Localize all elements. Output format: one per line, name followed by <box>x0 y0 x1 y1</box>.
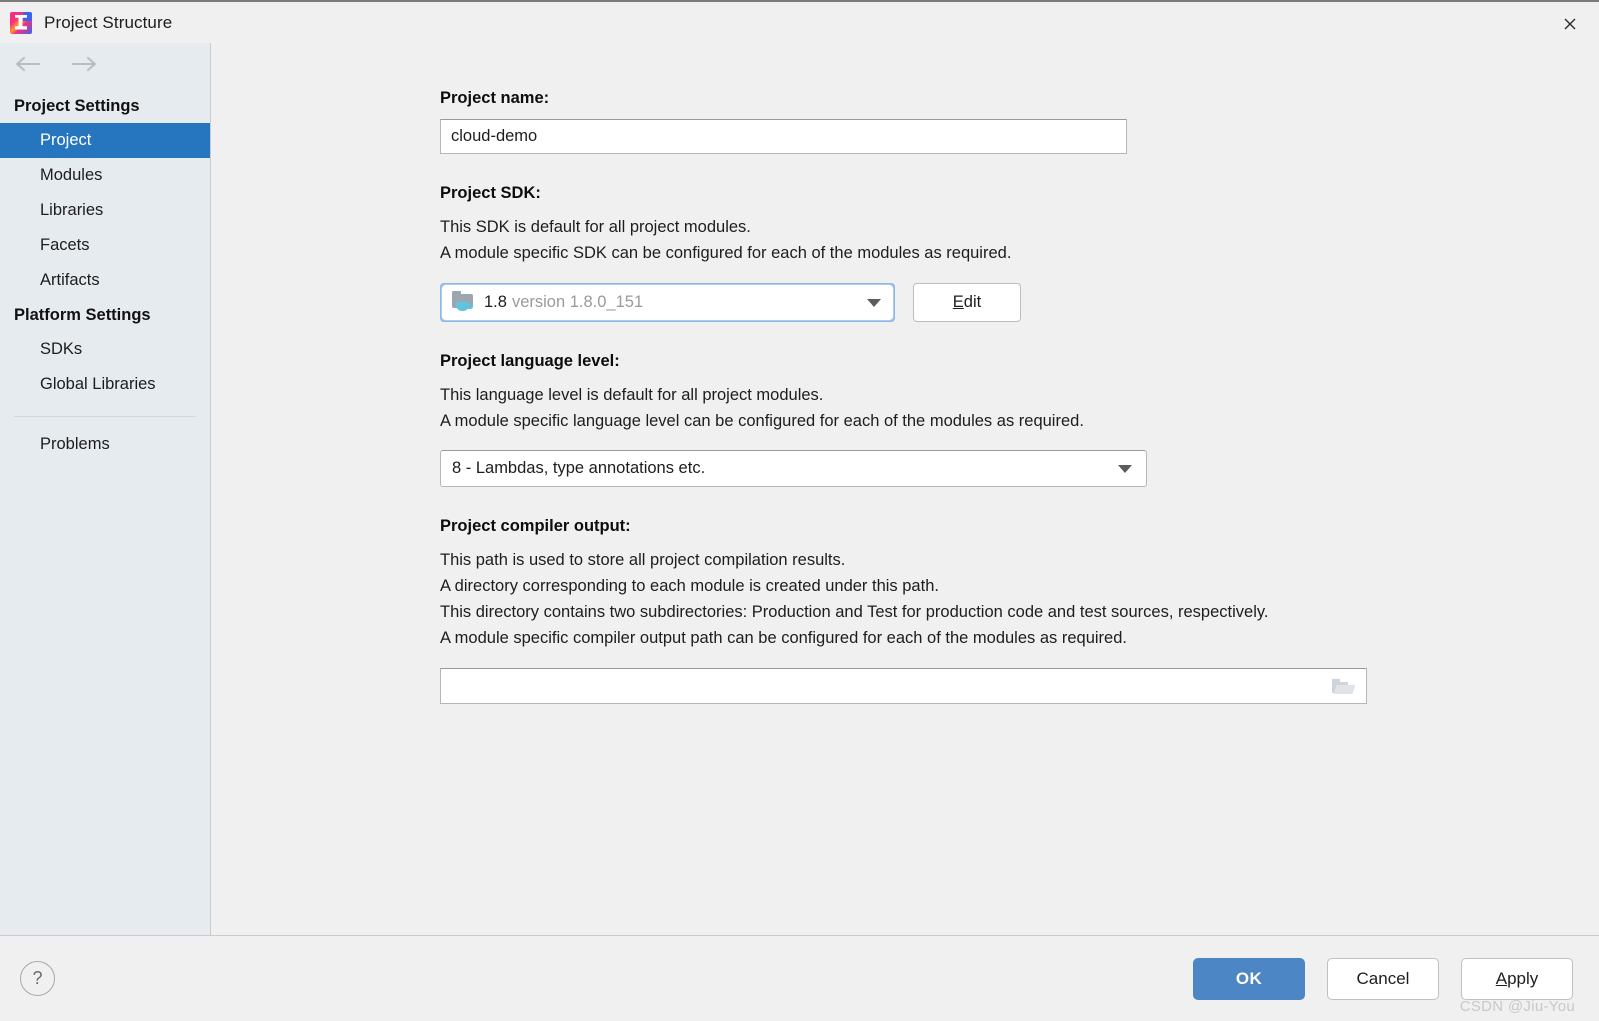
project-sdk-label: Project SDK: <box>440 184 1599 203</box>
back-arrow-icon[interactable] <box>14 55 44 78</box>
close-icon[interactable] <box>1541 2 1599 45</box>
apply-button[interactable]: Apply <box>1461 958 1573 1000</box>
project-name-section: Project name: <box>440 89 1599 154</box>
project-sdk-version: version 1.8.0_151 <box>512 293 643 312</box>
project-name-label: Project name: <box>440 89 1599 108</box>
ok-button[interactable]: OK <box>1193 958 1305 1000</box>
apply-button-mnemonic: A <box>1496 969 1507 989</box>
watermark: CSDN @Jiu-You <box>1460 998 1575 1015</box>
settings-panel: Project name: Project SDK: This SDK is d… <box>211 43 1599 935</box>
edit-button-rest: dit <box>964 293 981 312</box>
project-sdk-major: 1.8 <box>484 293 507 312</box>
compiler-output-field[interactable] <box>440 668 1367 704</box>
project-sdk-desc-2: A module specific SDK can be configured … <box>440 240 1599 266</box>
title-bar: Project Structure <box>0 0 1599 43</box>
compiler-output-desc-3: This directory contains two subdirectori… <box>440 599 1599 625</box>
sidebar-group-platform-settings: Platform Settings <box>0 298 210 332</box>
language-level-desc-2: A module specific language level can be … <box>440 408 1599 434</box>
language-level-desc-1: This language level is default for all p… <box>440 382 1599 408</box>
jdk-folder-icon <box>452 293 478 313</box>
cancel-button[interactable]: Cancel <box>1327 958 1439 1000</box>
sidebar-item-global-libraries[interactable]: Global Libraries <box>0 367 210 402</box>
compiler-output-desc-4: A module specific compiler output path c… <box>440 625 1599 651</box>
sidebar-item-artifacts[interactable]: Artifacts <box>0 263 210 298</box>
project-sdk-desc-1: This SDK is default for all project modu… <box>440 214 1599 240</box>
compiler-output-desc-2: A directory corresponding to each module… <box>440 573 1599 599</box>
language-level-section: Project language level: This language le… <box>440 352 1599 487</box>
window-title: Project Structure <box>44 13 172 33</box>
intellij-idea-icon <box>10 12 32 34</box>
dialog-button-group: OK Cancel Apply <box>1193 958 1573 1000</box>
sidebar-item-sdks[interactable]: SDKs <box>0 332 210 367</box>
project-sdk-row: 1.8 version 1.8.0_151 Edit <box>440 283 1599 322</box>
sidebar-item-problems[interactable]: Problems <box>0 417 210 462</box>
forward-arrow-icon[interactable] <box>68 55 98 78</box>
project-sdk-combobox[interactable]: 1.8 version 1.8.0_151 <box>440 283 895 322</box>
chevron-down-icon[interactable] <box>867 299 885 307</box>
help-button[interactable]: ? <box>20 961 55 996</box>
dialog-footer: ? OK Cancel Apply CSDN @Jiu-You <box>0 935 1599 1021</box>
compiler-output-section: Project compiler output: This path is us… <box>440 517 1599 704</box>
compiler-output-label: Project compiler output: <box>440 517 1599 536</box>
language-level-value: 8 - Lambdas, type annotations etc. <box>452 459 705 478</box>
project-name-input[interactable] <box>440 119 1127 154</box>
sidebar-group-project-settings: Project Settings <box>0 89 210 123</box>
chevron-down-icon[interactable] <box>1118 465 1136 473</box>
sidebar: Project Settings Project Modules Librari… <box>0 43 211 935</box>
apply-button-rest: pply <box>1507 969 1538 989</box>
sidebar-item-modules[interactable]: Modules <box>0 158 210 193</box>
sidebar-nav-arrows <box>0 43 210 89</box>
sidebar-item-libraries[interactable]: Libraries <box>0 193 210 228</box>
compiler-output-desc-1: This path is used to store all project c… <box>440 547 1599 573</box>
project-sdk-section: Project SDK: This SDK is default for all… <box>440 184 1599 322</box>
folder-browse-icon[interactable] <box>1332 678 1354 695</box>
language-level-label: Project language level: <box>440 352 1599 371</box>
sidebar-item-project[interactable]: Project <box>0 123 210 158</box>
edit-sdk-button[interactable]: Edit <box>913 283 1021 322</box>
project-structure-dialog: Project Structure Proj <box>0 0 1599 1021</box>
language-level-combobox[interactable]: 8 - Lambdas, type annotations etc. <box>440 450 1147 487</box>
edit-button-mnemonic: E <box>953 293 964 312</box>
dialog-body: Project Settings Project Modules Librari… <box>0 43 1599 935</box>
sidebar-item-facets[interactable]: Facets <box>0 228 210 263</box>
